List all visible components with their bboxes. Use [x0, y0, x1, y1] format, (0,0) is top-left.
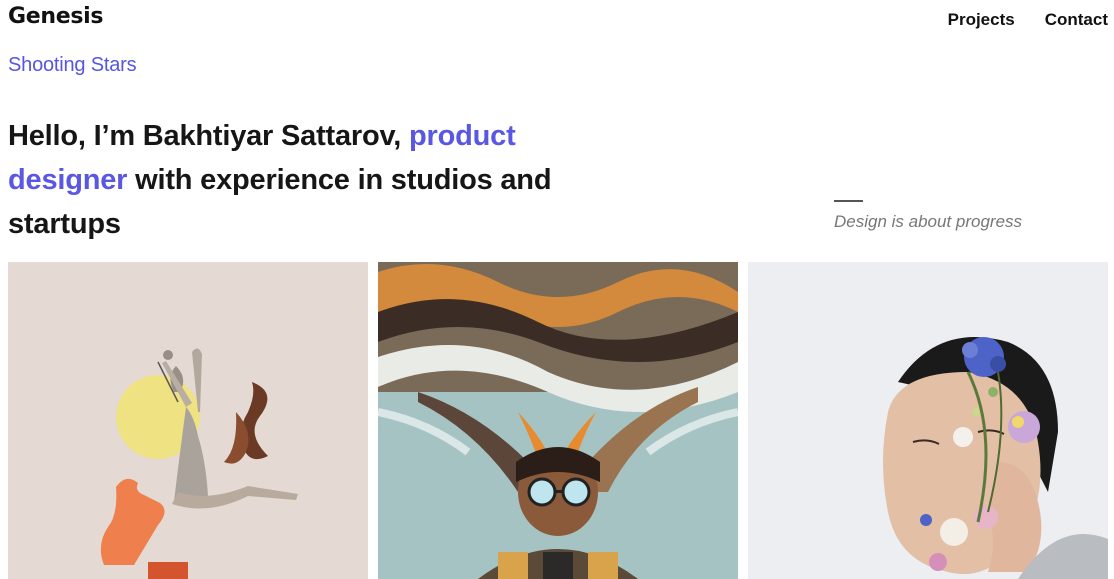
project-card-dancer[interactable]	[8, 262, 368, 579]
hair-explosion-artwork	[378, 262, 738, 579]
tagline-quote: Design is about progress	[834, 212, 1023, 231]
nav-link-contact[interactable]: Contact	[1045, 10, 1108, 30]
quote-divider	[834, 200, 863, 202]
main-nav: Projects Contact	[948, 10, 1108, 30]
page-subtitle[interactable]: Shooting Stars	[8, 54, 137, 77]
hero-text-start: Hello, I’m Bakhtiyar Sattarov,	[8, 120, 410, 152]
flower-face-artwork	[748, 262, 1108, 579]
dancer-artwork	[8, 262, 368, 579]
project-card-flower-face[interactable]	[748, 262, 1108, 579]
project-gallery	[8, 262, 1108, 579]
hero-headline: Hello, I’m Bakhtiyar Sattarov, product d…	[8, 114, 608, 246]
project-card-hair-explosion[interactable]	[378, 262, 738, 579]
site-logo[interactable]: Genesis	[8, 4, 104, 29]
nav-link-projects[interactable]: Projects	[948, 10, 1015, 30]
